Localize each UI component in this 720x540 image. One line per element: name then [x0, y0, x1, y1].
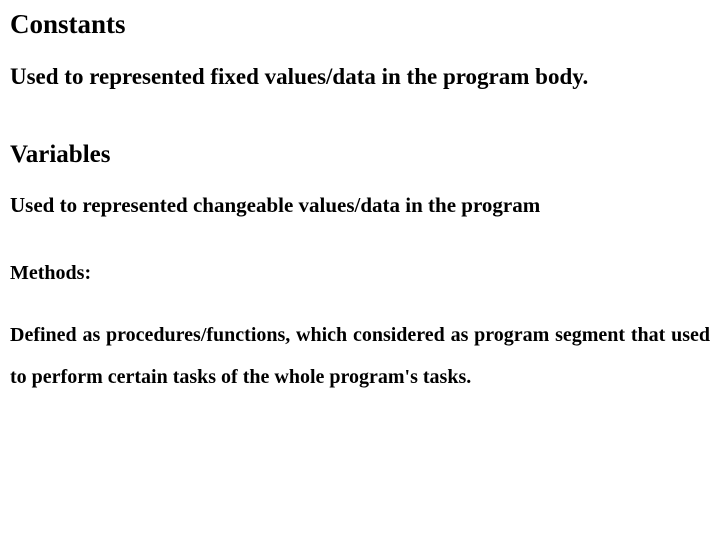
constants-body: Used to represented fixed values/data in…: [10, 62, 710, 92]
variables-heading: Variables: [10, 140, 710, 170]
constants-heading: Constants: [10, 8, 710, 40]
methods-body: Defined as procedures/functions, which c…: [10, 314, 710, 398]
methods-heading: Methods:: [10, 260, 710, 286]
variables-body: Used to represented changeable values/da…: [10, 192, 710, 219]
document-page: Constants Used to represented fixed valu…: [0, 0, 720, 398]
